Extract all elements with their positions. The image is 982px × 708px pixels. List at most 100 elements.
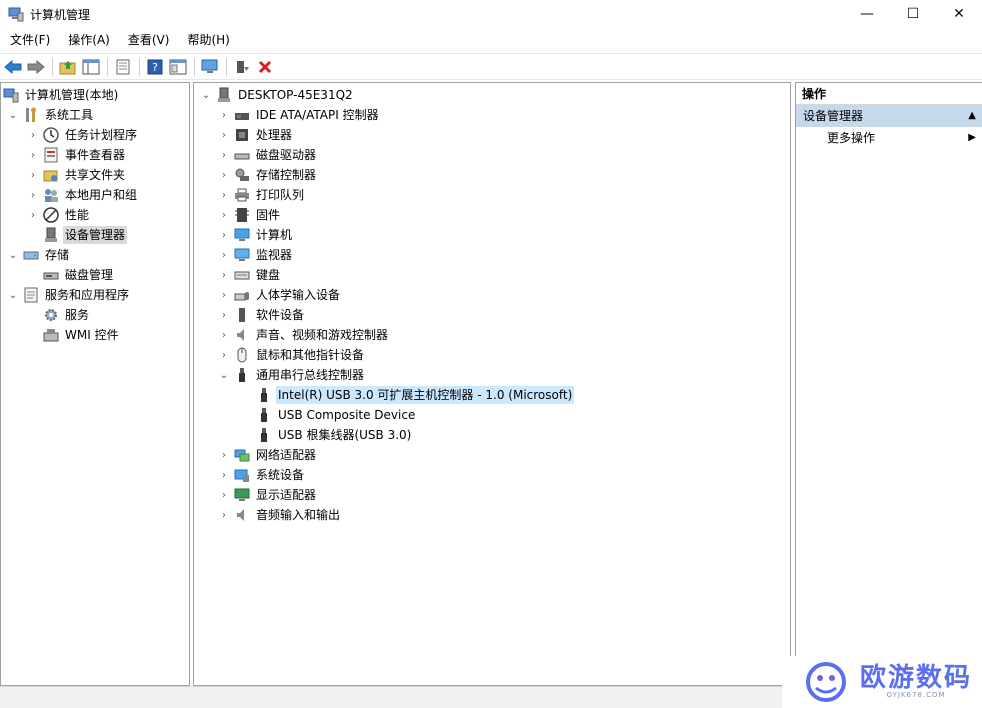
more-actions-item[interactable]: 更多操作 ▶	[796, 127, 982, 149]
tree-item-wmi[interactable]: WMI 控件	[43, 325, 121, 345]
chevron-right-icon[interactable]: ›	[27, 145, 39, 165]
device-category-label: 固件	[256, 208, 281, 222]
device-category[interactable]: › 计算机	[218, 225, 294, 245]
chevron-right-icon[interactable]: ›	[27, 205, 39, 225]
device-category[interactable]: › 监视器	[218, 245, 294, 265]
tree-item-label: 事件查看器	[65, 148, 126, 162]
actions-group-device-manager[interactable]: 设备管理器 ▲	[796, 105, 982, 127]
tree-item-disk-management[interactable]: 磁盘管理	[43, 265, 115, 285]
uninstall-device-button[interactable]	[254, 56, 276, 78]
storage-controller-icon	[234, 167, 250, 183]
usb-device-item[interactable]: USB 根集线器(USB 3.0)	[256, 425, 413, 445]
tree-item-event-viewer[interactable]: › 事件查看器	[27, 145, 127, 165]
help-button[interactable]: ?	[144, 56, 166, 78]
device-category[interactable]: › 磁盘驱动器	[218, 145, 318, 165]
tree-item-system-tools[interactable]: ⌄ 系统工具	[7, 105, 95, 125]
chevron-right-icon[interactable]: ›	[27, 185, 39, 205]
device-category[interactable]: › 人体学输入设备	[218, 285, 342, 305]
tree-item-services[interactable]: 服务	[43, 305, 91, 325]
forward-button[interactable]	[25, 56, 47, 78]
device-category[interactable]: › 键盘	[218, 265, 282, 285]
device-category-usb[interactable]: ⌄ 通用串行总线控制器	[218, 365, 366, 385]
usb-device-item[interactable]: USB Composite Device	[256, 405, 417, 425]
chevron-right-icon[interactable]: ›	[218, 225, 230, 245]
watermark-logo-icon	[806, 662, 846, 702]
scan-hardware-button[interactable]	[199, 56, 221, 78]
back-button[interactable]	[2, 56, 24, 78]
export-list-button[interactable]	[112, 56, 134, 78]
update-driver-button[interactable]	[231, 56, 253, 78]
tree-item-shared-folders[interactable]: › 共享文件夹	[27, 165, 127, 185]
chevron-right-icon[interactable]: ›	[218, 165, 230, 185]
device-category[interactable]: › 显示适配器	[218, 485, 318, 505]
close-button[interactable]: ✕	[936, 0, 982, 28]
collapse-up-icon[interactable]: ▲	[968, 105, 976, 127]
chevron-right-icon[interactable]: ›	[218, 485, 230, 505]
chevron-right-icon[interactable]: ›	[27, 165, 39, 185]
console-tree-icon	[82, 59, 100, 74]
properties-button[interactable]	[167, 56, 189, 78]
menu-action[interactable]: 操作(A)	[58, 30, 118, 51]
users-icon	[43, 187, 59, 203]
menu-file[interactable]: 文件(F)	[0, 30, 58, 51]
chevron-right-icon[interactable]: ›	[218, 445, 230, 465]
firmware-icon	[234, 207, 250, 223]
tree-item-label: 存储	[45, 248, 70, 262]
device-category-label: 音频输入和输出	[256, 508, 341, 522]
tree-item-root[interactable]: 计算机管理(本地)	[3, 85, 120, 105]
maximize-button[interactable]: ☐	[890, 0, 936, 28]
device-category[interactable]: › 音频输入和输出	[218, 505, 342, 525]
device-category[interactable]: › IDE ATA/ATAPI 控制器	[218, 105, 381, 125]
minimize-button[interactable]: —	[844, 0, 890, 28]
device-category[interactable]: › 固件	[218, 205, 282, 225]
computer-management-icon	[8, 7, 24, 22]
device-category-label: 打印队列	[256, 188, 305, 202]
audio-io-icon	[234, 507, 250, 523]
chevron-down-icon[interactable]: ⌄	[218, 365, 230, 385]
shared-folder-icon	[43, 167, 59, 183]
chevron-down-icon[interactable]: ⌄	[200, 85, 212, 105]
chevron-right-icon[interactable]: ›	[218, 265, 230, 285]
menu-view[interactable]: 查看(V)	[118, 30, 178, 51]
tree-item-services-apps[interactable]: ⌄ 服务和应用程序	[7, 285, 131, 305]
chevron-down-icon[interactable]: ⌄	[7, 245, 19, 265]
tree-item-local-users[interactable]: › 本地用户和组	[27, 185, 139, 205]
chevron-down-icon[interactable]: ⌄	[7, 105, 19, 125]
device-category[interactable]: › 鼠标和其他指针设备	[218, 345, 366, 365]
device-category[interactable]: › 系统设备	[218, 465, 306, 485]
tree-item-storage[interactable]: ⌄ 存储	[7, 245, 71, 265]
device-category[interactable]: › 网络适配器	[218, 445, 318, 465]
chevron-right-icon[interactable]: ›	[218, 465, 230, 485]
device-category[interactable]: › 存储控制器	[218, 165, 318, 185]
device-category-label: 软件设备	[256, 308, 305, 322]
chevron-right-icon[interactable]: ›	[218, 205, 230, 225]
chevron-down-icon[interactable]: ⌄	[7, 285, 19, 305]
chevron-right-icon[interactable]: ›	[218, 325, 230, 345]
device-category[interactable]: › 声音、视频和游戏控制器	[218, 325, 390, 345]
usb-device-label: Intel(R) USB 3.0 可扩展主机控制器 - 1.0 (Microso…	[276, 386, 575, 404]
device-category[interactable]: › 软件设备	[218, 305, 306, 325]
device-category[interactable]: › 打印队列	[218, 185, 306, 205]
tree-item-device-manager[interactable]: 设备管理器	[43, 225, 128, 245]
chevron-right-icon[interactable]: ›	[218, 145, 230, 165]
device-tree-root[interactable]: ⌄ DESKTOP-45E31Q2	[200, 85, 355, 105]
device-category-label: 键盘	[256, 268, 281, 282]
device-category-label: 声音、视频和游戏控制器	[256, 328, 389, 342]
chevron-right-icon[interactable]: ›	[27, 125, 39, 145]
chevron-right-icon[interactable]: ›	[218, 125, 230, 145]
device-category[interactable]: › 处理器	[218, 125, 294, 145]
show-hide-tree-button[interactable]	[80, 56, 102, 78]
chevron-right-icon[interactable]: ›	[218, 105, 230, 125]
chevron-right-icon[interactable]: ›	[218, 245, 230, 265]
tree-item-task-scheduler[interactable]: › 任务计划程序	[27, 125, 139, 145]
menu-help[interactable]: 帮助(H)	[177, 30, 237, 51]
tree-item-performance[interactable]: › 性能	[27, 205, 91, 225]
chevron-right-icon[interactable]: ›	[218, 285, 230, 305]
computer-icon	[234, 227, 250, 243]
chevron-right-icon[interactable]: ›	[218, 305, 230, 325]
chevron-right-icon[interactable]: ›	[218, 345, 230, 365]
chevron-right-icon[interactable]: ›	[218, 185, 230, 205]
up-level-button[interactable]	[57, 56, 79, 78]
chevron-right-icon[interactable]: ›	[218, 505, 230, 525]
usb-device-item[interactable]: Intel(R) USB 3.0 可扩展主机控制器 - 1.0 (Microso…	[256, 385, 575, 405]
